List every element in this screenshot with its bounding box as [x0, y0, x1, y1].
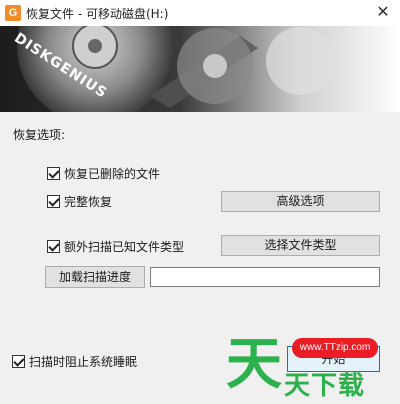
- choose-file-types-button[interactable]: 选择文件类型: [221, 235, 380, 256]
- checkbox-box[interactable]: [47, 167, 60, 180]
- full-recover-checkbox[interactable]: 完整恢复: [47, 193, 112, 210]
- checkbox-box[interactable]: [47, 195, 60, 208]
- full-recover-label: 完整恢复: [64, 195, 113, 209]
- banner: DISKGENIUS: [0, 26, 400, 112]
- checkbox-box[interactable]: [47, 240, 60, 253]
- close-button[interactable]: ✕: [366, 0, 400, 26]
- extra-scan-label: 额外扫描已知文件类型: [64, 240, 185, 254]
- app-icon: G: [5, 5, 21, 21]
- title-bar: G 恢复文件 - 可移动磁盘(H:) ✕: [0, 0, 400, 26]
- recover-deleted-checkbox[interactable]: 恢复已删除的文件: [47, 165, 160, 182]
- prevent-sleep-label: 扫描时阻止系统睡眠: [29, 355, 138, 369]
- watermark-text: 天下载: [284, 371, 366, 401]
- recover-options-label: 恢复选项:: [13, 128, 66, 142]
- start-button[interactable]: 开始: [287, 346, 380, 372]
- recover-deleted-label: 恢复已删除的文件: [64, 167, 161, 181]
- load-scan-progress-button[interactable]: 加载扫描进度: [45, 266, 145, 288]
- window-title: 恢复文件 - 可移动磁盘(H:): [26, 7, 169, 21]
- extra-scan-checkbox[interactable]: 额外扫描已知文件类型: [47, 238, 184, 255]
- prevent-sleep-checkbox[interactable]: 扫描时阻止系统睡眠: [12, 353, 137, 370]
- progress-file-field[interactable]: [150, 267, 380, 287]
- checkbox-box[interactable]: [12, 355, 25, 368]
- advanced-options-button[interactable]: 高级选项: [221, 191, 380, 212]
- watermark-big-char: 天: [226, 332, 282, 397]
